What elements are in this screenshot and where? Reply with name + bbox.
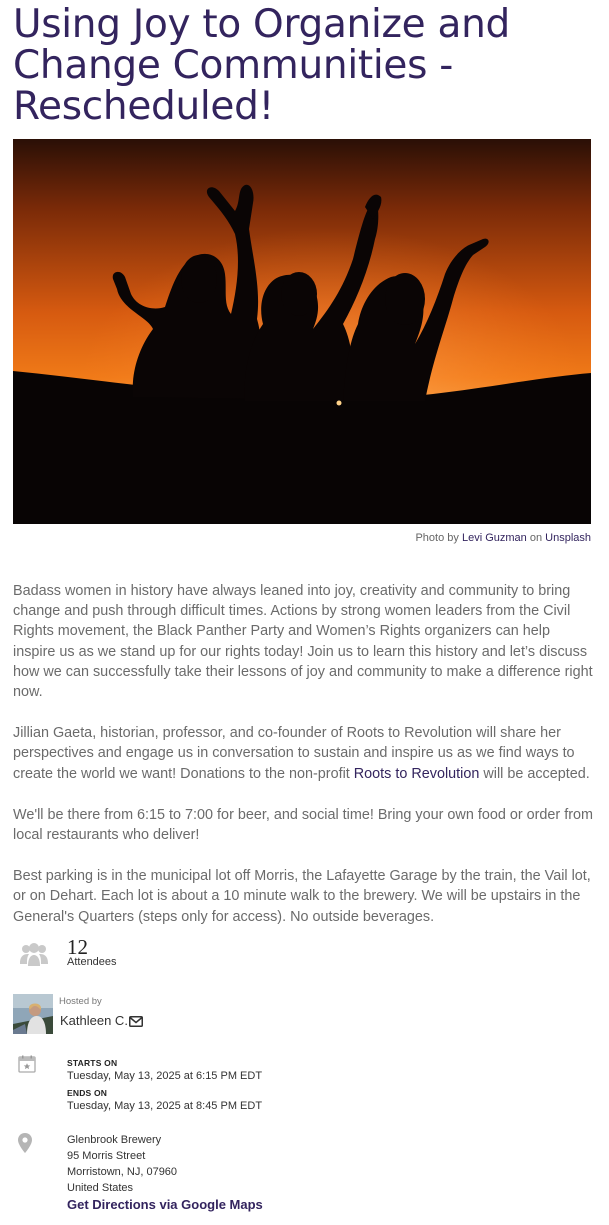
- venue-country: United States: [67, 1182, 134, 1194]
- envelope-icon[interactable]: [129, 1014, 143, 1032]
- event-hero-image: [13, 139, 591, 524]
- description-paragraph: Jillian Gaeta, historian, professor, and…: [13, 723, 593, 784]
- description-paragraph: We'll be there from 6:15 to 7:00 for bee…: [13, 806, 593, 844]
- people-group-icon: [20, 943, 48, 972]
- photo-credit-prefix: Photo by: [415, 532, 459, 544]
- hosted-by-label: Hosted by: [59, 996, 102, 1007]
- ends-value: Tuesday, May 13, 2025 at 8:45 PM EDT: [67, 1100, 263, 1112]
- host-info: Hosted by Kathleen C.: [13, 994, 313, 1034]
- attendees-summary[interactable]: 12 Attendees: [13, 935, 213, 975]
- description-text: will be accepted.: [479, 765, 590, 782]
- description-paragraph: Badass women in history have always lean…: [13, 583, 593, 701]
- venue-name: Glenbrook Brewery: [67, 1134, 162, 1146]
- attendee-label: Attendees: [67, 956, 117, 968]
- venue-city: Morristown, NJ, 07960: [67, 1166, 178, 1178]
- host-name[interactable]: Kathleen C.: [60, 1013, 128, 1028]
- calendar-icon: [18, 1055, 36, 1078]
- description-paragraph: Best parking is in the municipal lot off…: [13, 868, 591, 925]
- unsplash-link[interactable]: Unsplash: [545, 532, 591, 544]
- event-description: Badass women in history have always lean…: [13, 581, 593, 948]
- photo-credit: Photo by Levi Guzman on Unsplash: [415, 532, 591, 544]
- roots-to-revolution-link[interactable]: Roots to Revolution: [354, 766, 480, 782]
- photo-credit-on: on: [529, 532, 543, 544]
- ends-label: ENDS ON: [67, 1088, 108, 1098]
- starts-value: Tuesday, May 13, 2025 at 6:15 PM EDT: [67, 1070, 263, 1082]
- host-avatar[interactable]: [13, 994, 53, 1034]
- map-pin-icon: [18, 1133, 32, 1158]
- photographer-link[interactable]: Levi Guzman: [462, 532, 527, 544]
- event-schedule: STARTS ON Tuesday, May 13, 2025 at 6:15 …: [13, 1055, 413, 1115]
- starts-label: STARTS ON: [67, 1058, 118, 1068]
- event-title: Using Joy to Organize and Change Communi…: [13, 2, 510, 129]
- venue-street: 95 Morris Street: [67, 1150, 146, 1162]
- google-maps-directions-link[interactable]: Get Directions via Google Maps: [67, 1197, 263, 1212]
- event-location: Glenbrook Brewery 95 Morris Street Morri…: [13, 1133, 413, 1218]
